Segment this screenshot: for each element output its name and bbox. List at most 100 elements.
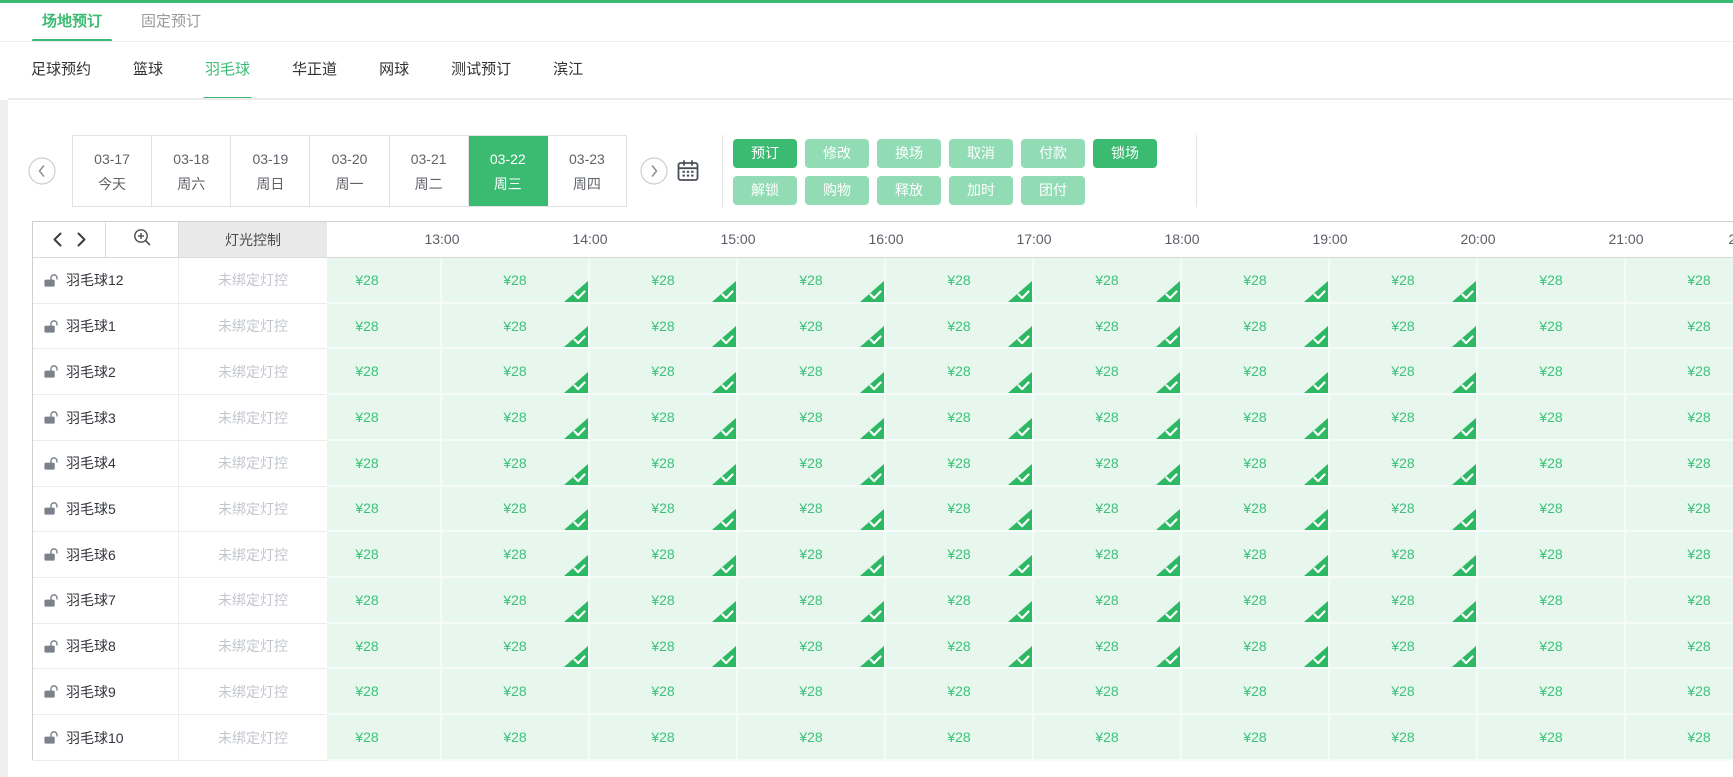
slot-cell[interactable]: ¥28 [738, 487, 886, 533]
slot-cell[interactable]: ¥28 [442, 669, 590, 715]
slot-cell[interactable]: ¥28 [442, 715, 590, 761]
action-button-购物[interactable]: 购物 [805, 176, 869, 205]
sport-tab[interactable]: 滨江 [553, 42, 583, 100]
slot-cell[interactable]: ¥28 [886, 395, 1034, 441]
slot-cell[interactable]: ¥28 [886, 258, 1034, 304]
slot-cell[interactable]: ¥28 [590, 669, 738, 715]
slot-cell[interactable]: ¥28 [1478, 487, 1626, 533]
slot-cell[interactable]: ¥28 [1626, 349, 1733, 395]
slot-cell[interactable]: ¥28 [1330, 304, 1478, 350]
sport-tab[interactable]: 网球 [379, 42, 409, 100]
slot-cell[interactable]: ¥28 [886, 669, 1034, 715]
action-button-预订[interactable]: 预订 [733, 139, 797, 168]
unlock-icon[interactable] [43, 273, 58, 288]
slot-cell[interactable]: ¥28 [1330, 349, 1478, 395]
slot-cell[interactable]: ¥28 [1330, 487, 1478, 533]
slot-cell[interactable]: ¥28 [327, 715, 442, 761]
slot-cell[interactable]: ¥28 [327, 349, 442, 395]
unlock-icon[interactable] [43, 684, 58, 699]
slot-cell[interactable]: ¥28 [327, 578, 442, 624]
slot-cell[interactable]: ¥28 [1182, 258, 1330, 304]
top-tab[interactable]: 场地预订 [36, 3, 108, 42]
slot-cell[interactable]: ¥28 [1034, 624, 1182, 670]
unlock-icon[interactable] [43, 364, 58, 379]
sport-tab[interactable]: 羽毛球 [205, 42, 250, 100]
slot-cell[interactable]: ¥28 [1478, 441, 1626, 487]
sport-tab[interactable]: 篮球 [133, 42, 163, 100]
slot-cell[interactable]: ¥28 [1626, 715, 1733, 761]
slot-cell[interactable]: ¥28 [1478, 669, 1626, 715]
action-button-锁场[interactable]: 锁场 [1093, 139, 1157, 168]
slot-cell[interactable]: ¥28 [1478, 258, 1626, 304]
slot-cell[interactable]: ¥28 [1330, 578, 1478, 624]
unlock-icon[interactable] [43, 593, 58, 608]
slot-cell[interactable]: ¥28 [1182, 715, 1330, 761]
slot-cell[interactable]: ¥28 [442, 349, 590, 395]
slot-cell[interactable]: ¥28 [738, 304, 886, 350]
slot-cell[interactable]: ¥28 [1182, 487, 1330, 533]
slot-cell[interactable]: ¥28 [1626, 669, 1733, 715]
date-cell[interactable]: 03-18周六 [152, 136, 231, 206]
slot-cell[interactable]: ¥28 [327, 304, 442, 350]
slot-cell[interactable]: ¥28 [1478, 304, 1626, 350]
slot-cell[interactable]: ¥28 [590, 304, 738, 350]
slot-cell[interactable]: ¥28 [886, 441, 1034, 487]
slot-cell[interactable]: ¥28 [1034, 304, 1182, 350]
date-prev-button[interactable] [28, 157, 56, 185]
slot-cell[interactable]: ¥28 [590, 715, 738, 761]
slot-cell[interactable]: ¥28 [738, 395, 886, 441]
slot-cell[interactable]: ¥28 [590, 258, 738, 304]
slot-cell[interactable]: ¥28 [1626, 578, 1733, 624]
slot-cell[interactable]: ¥28 [1182, 669, 1330, 715]
scroll-left-button[interactable] [50, 231, 65, 248]
slot-cell[interactable]: ¥28 [738, 715, 886, 761]
slot-cell[interactable]: ¥28 [1478, 715, 1626, 761]
slot-cell[interactable]: ¥28 [1478, 532, 1626, 578]
slot-cell[interactable]: ¥28 [886, 487, 1034, 533]
unlock-icon[interactable] [43, 639, 58, 654]
slot-cell[interactable]: ¥28 [1034, 669, 1182, 715]
slot-cell[interactable]: ¥28 [1034, 578, 1182, 624]
slot-cell[interactable]: ¥28 [1034, 258, 1182, 304]
slot-cell[interactable]: ¥28 [1034, 395, 1182, 441]
slot-cell[interactable]: ¥28 [886, 624, 1034, 670]
slot-cell[interactable]: ¥28 [1478, 395, 1626, 441]
slot-cell[interactable]: ¥28 [1182, 395, 1330, 441]
slot-cell[interactable]: ¥28 [1034, 532, 1182, 578]
slot-cell[interactable]: ¥28 [886, 715, 1034, 761]
slot-cell[interactable]: ¥28 [1626, 441, 1733, 487]
slot-cell[interactable]: ¥28 [1034, 715, 1182, 761]
slot-cell[interactable]: ¥28 [327, 487, 442, 533]
slot-cell[interactable]: ¥28 [590, 395, 738, 441]
slot-cell[interactable]: ¥28 [1478, 349, 1626, 395]
slot-cell[interactable]: ¥28 [327, 532, 442, 578]
slot-cell[interactable]: ¥28 [1626, 258, 1733, 304]
slot-cell[interactable]: ¥28 [886, 349, 1034, 395]
slot-cell[interactable]: ¥28 [590, 441, 738, 487]
slot-cell[interactable]: ¥28 [1330, 624, 1478, 670]
calendar-button[interactable] [676, 159, 700, 183]
slot-cell[interactable]: ¥28 [1626, 532, 1733, 578]
unlock-icon[interactable] [43, 319, 58, 334]
slot-cell[interactable]: ¥28 [886, 304, 1034, 350]
slot-cell[interactable]: ¥28 [442, 624, 590, 670]
slot-cell[interactable]: ¥28 [738, 532, 886, 578]
date-next-button[interactable] [640, 157, 668, 185]
slot-cell[interactable]: ¥28 [1626, 395, 1733, 441]
action-button-团付[interactable]: 团付 [1021, 176, 1085, 205]
slot-cell[interactable]: ¥28 [442, 487, 590, 533]
action-button-换场[interactable]: 换场 [877, 139, 941, 168]
slot-cell[interactable]: ¥28 [1330, 395, 1478, 441]
unlock-icon[interactable] [43, 410, 58, 425]
slot-cell[interactable]: ¥28 [327, 395, 442, 441]
action-button-加时[interactable]: 加时 [949, 176, 1013, 205]
date-cell[interactable]: 03-22周三 [469, 136, 548, 206]
date-cell[interactable]: 03-20周一 [310, 136, 389, 206]
action-button-付款[interactable]: 付款 [1021, 139, 1085, 168]
slot-cell[interactable]: ¥28 [738, 624, 886, 670]
sport-tab[interactable]: 华正道 [292, 42, 337, 100]
slot-cell[interactable]: ¥28 [1330, 715, 1478, 761]
slot-cell[interactable]: ¥28 [1626, 624, 1733, 670]
slot-cell[interactable]: ¥28 [442, 441, 590, 487]
slot-cell[interactable]: ¥28 [1034, 349, 1182, 395]
